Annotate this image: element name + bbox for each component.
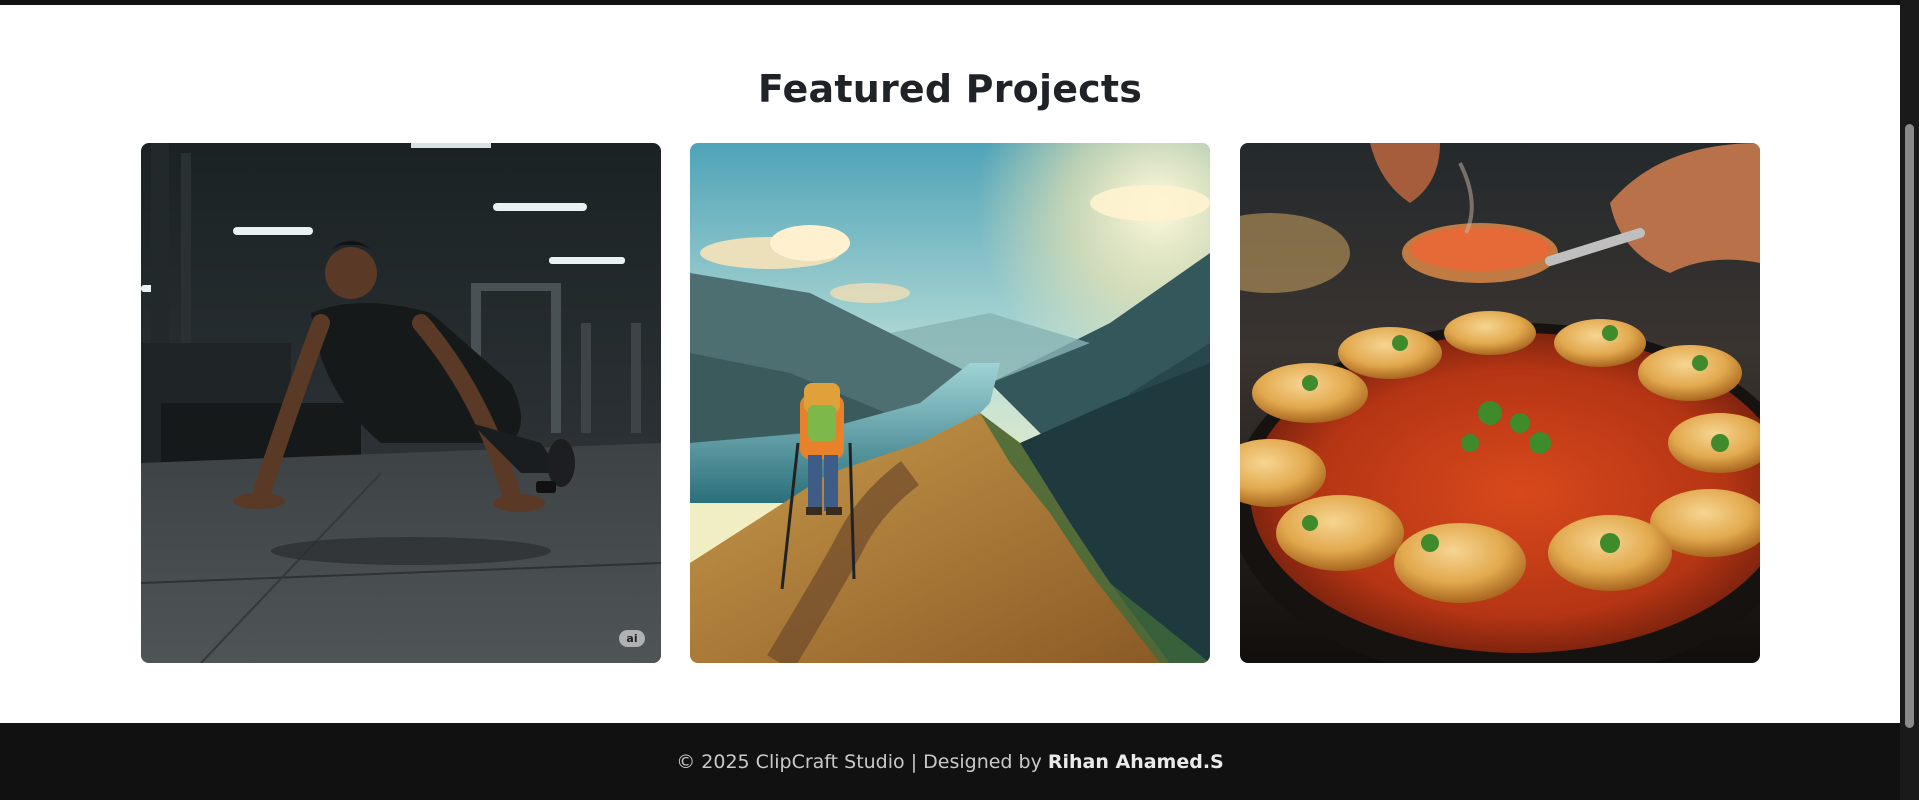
food-dish-photo xyxy=(1240,143,1760,663)
hiking-landscape-photo xyxy=(690,143,1210,663)
footer-author: Rihan Ahamed.S xyxy=(1047,750,1224,773)
featured-projects-section: Featured Projects ai xyxy=(0,5,1900,723)
scrollbar-thumb[interactable] xyxy=(1905,124,1914,728)
project-card-food[interactable] xyxy=(1240,143,1760,663)
footer-copyright: © 2025 ClipCraft Studio | Designed by xyxy=(676,750,1042,773)
section-title: Featured Projects xyxy=(757,67,1143,111)
project-card-hiking[interactable] xyxy=(690,143,1210,663)
ai-badge: ai xyxy=(619,630,645,647)
fitness-photo xyxy=(141,143,661,663)
site-footer: © 2025 ClipCraft Studio | Designed by Ri… xyxy=(0,723,1900,800)
vertical-scrollbar[interactable] xyxy=(1900,0,1919,800)
project-card-fitness[interactable]: ai xyxy=(141,143,661,663)
